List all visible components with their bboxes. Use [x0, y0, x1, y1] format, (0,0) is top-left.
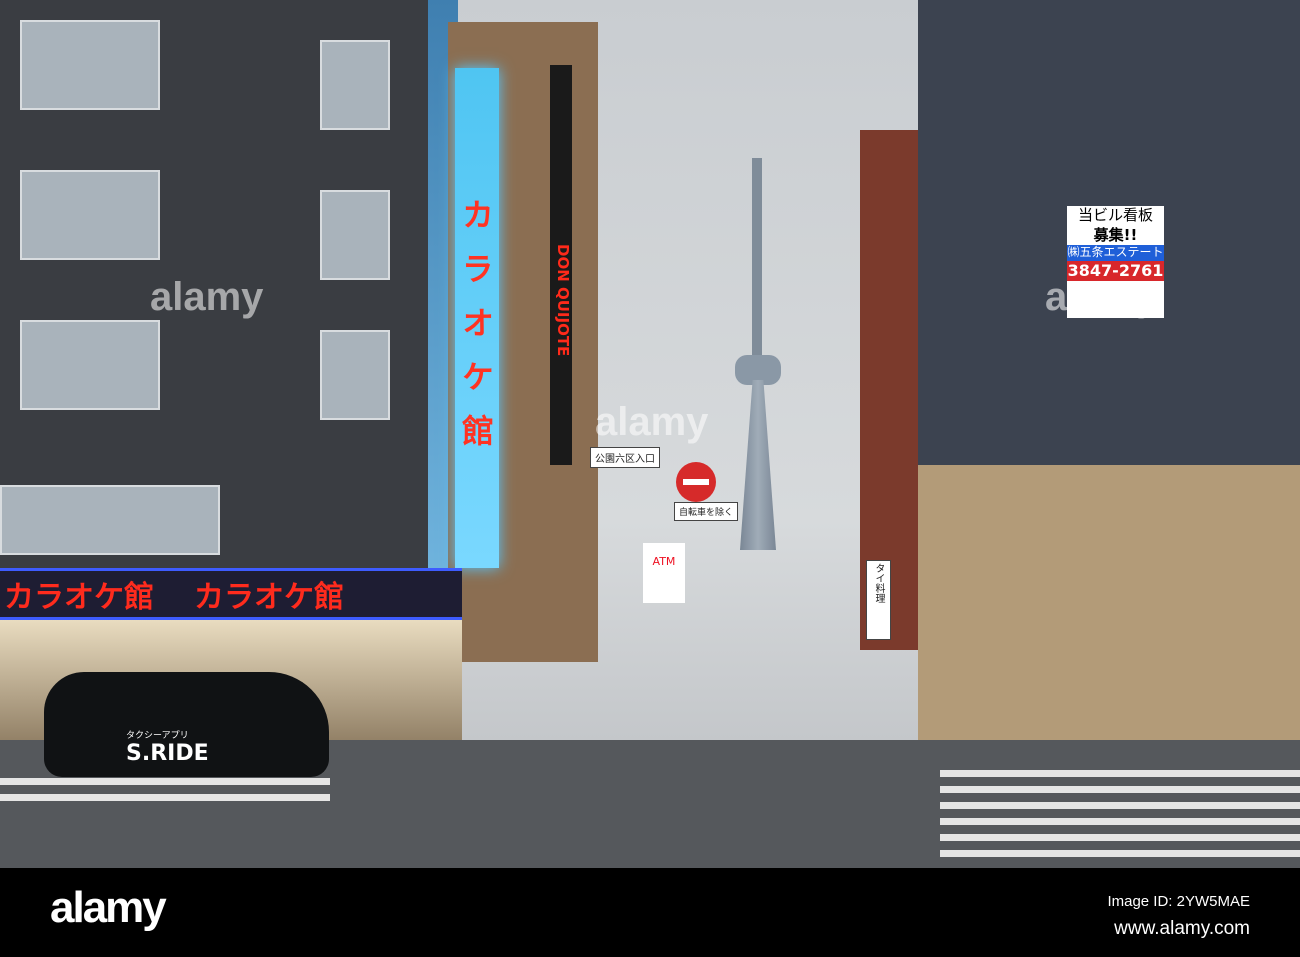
karaoke-banner-text: カラオケ館 — [194, 580, 344, 615]
karaoke-vertical-sign: カラオケ館 — [455, 68, 499, 568]
footer-bar: alamy Image ID: 2YW5MAE www.alamy.com — [0, 868, 1300, 957]
taxi: タクシーアプリ S.RIDE — [44, 672, 329, 777]
billboard-line2: 募集!! — [1093, 225, 1138, 244]
don-quijote-sign: DON QUIJOTE — [550, 65, 572, 465]
billboard-line1: 当ビル看板 — [1077, 206, 1153, 224]
taxi-brand: S.RIDE — [126, 741, 209, 766]
skytree-base — [740, 380, 776, 550]
crosswalk — [0, 778, 330, 802]
karaoke-banner-text: カラオケ館 — [4, 580, 154, 615]
watermark: alamy — [1045, 275, 1159, 319]
watermark: alamy — [150, 275, 264, 319]
footer-info: Image ID: 2YW5MAE www.alamy.com — [1107, 890, 1250, 944]
alamy-logo: alamy — [50, 883, 167, 932]
taxi-app-label: タクシーアプリ — [126, 731, 189, 741]
image-id: Image ID: 2YW5MAE — [1107, 893, 1250, 910]
karaoke-banner: カラオケ館 カラオケ館 — [0, 568, 462, 620]
no-entry-sign — [676, 462, 716, 502]
billboard-line3: ㈱五条エステート — [1067, 245, 1164, 261]
thai-food-sign: タイ料理 — [866, 560, 891, 640]
right-building-lower — [918, 465, 1300, 745]
street-photo: カラオケ館 DON QUIJOTE 当ビル看板 募集!! ㈱五条エステート 38… — [0, 0, 1300, 868]
crosswalk — [940, 770, 1300, 860]
bicycle-exempt-sign: 自転車を除く — [674, 502, 739, 521]
site-url: www.alamy.com — [1114, 918, 1250, 939]
watermark: alamy — [595, 400, 709, 444]
street-name-sign: 公園六区入口 — [590, 447, 660, 468]
atm-sign: ATM — [643, 543, 685, 603]
skytree-spire — [752, 158, 762, 358]
